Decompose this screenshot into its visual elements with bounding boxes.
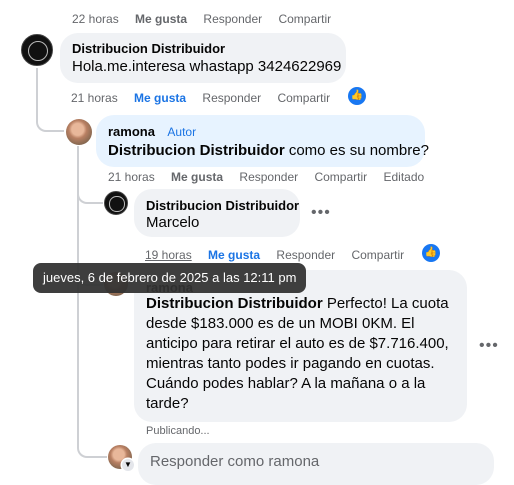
comment-author[interactable]: Distribucion Distribuidor bbox=[72, 41, 225, 56]
comment-text: Hola.me.interesa whastapp 3424622969 bbox=[72, 58, 342, 75]
comment-bubble: Distribucion Distribuidor Hola.me.intere… bbox=[60, 33, 346, 83]
edited-label[interactable]: Editado bbox=[384, 170, 425, 184]
thumbs-up-icon[interactable]: 👍 bbox=[348, 87, 366, 105]
top-action-row: 22 horas Me gusta Responder Compartir bbox=[72, 12, 331, 26]
like-button[interactable]: Me gusta bbox=[171, 170, 223, 184]
reply-text-line: desde $183.000 es de un MOBI 0KM. El bbox=[146, 315, 415, 332]
reply-header: ramona Autor bbox=[108, 123, 196, 141]
reply-action-row: 21 horas Me gusta Responder Compartir Ed… bbox=[108, 170, 424, 184]
reply-text: Marcelo bbox=[146, 214, 200, 231]
reply-text-line: Perfecto! La cuota bbox=[322, 295, 449, 312]
author-badge: Autor bbox=[167, 125, 197, 139]
share-button[interactable]: Compartir bbox=[278, 12, 331, 26]
like-button[interactable]: Me gusta bbox=[208, 248, 260, 262]
reply-input[interactable]: Responder como ramona bbox=[138, 443, 494, 485]
like-button[interactable]: Me gusta bbox=[134, 91, 186, 105]
thread-connector-reply1 bbox=[36, 110, 64, 132]
mention-link[interactable]: Distribucion Distribuidor bbox=[146, 295, 323, 312]
reply-bubble: Distribucion Distribuidor Marcelo bbox=[134, 189, 300, 237]
reply-text: Distribucion Distribuidor Perfecto! La c… bbox=[146, 294, 462, 414]
avatar[interactable] bbox=[104, 191, 128, 215]
reply-button[interactable]: Responder bbox=[202, 91, 261, 105]
share-button[interactable]: Compartir bbox=[277, 91, 330, 105]
avatar[interactable] bbox=[66, 119, 92, 145]
posting-status: Publicando... bbox=[146, 425, 210, 437]
more-options-icon[interactable]: ••• bbox=[311, 204, 331, 222]
reply-button[interactable]: Responder bbox=[203, 12, 262, 26]
avatar[interactable] bbox=[21, 34, 53, 66]
reply-text-line: Cuándo podes hablar? A la mañana o a la bbox=[146, 375, 426, 392]
timestamp-link[interactable]: 22 horas bbox=[72, 12, 119, 26]
timestamp-tooltip: jueves, 6 de febrero de 2025 a las 12:11… bbox=[33, 263, 307, 293]
more-options-icon[interactable]: ••• bbox=[479, 337, 499, 355]
reply-button[interactable]: Responder bbox=[276, 248, 335, 262]
reply-author[interactable]: Distribucion Distribuidor bbox=[146, 198, 299, 213]
reply-text-line: anticipo para retirar el auto es de $7.7… bbox=[146, 335, 449, 352]
reply-text-line: tarde? bbox=[146, 395, 189, 412]
reply-text: Distribucion Distribuidor como es su nom… bbox=[108, 141, 429, 161]
share-button[interactable]: Compartir bbox=[314, 170, 367, 184]
thread-connector-composer bbox=[77, 438, 107, 458]
reply-author[interactable]: ramona bbox=[108, 124, 155, 139]
reply-text-body: como es su nombre? bbox=[284, 142, 429, 159]
like-button[interactable]: Me gusta bbox=[135, 12, 187, 26]
mention-link[interactable]: Distribucion Distribuidor bbox=[108, 142, 285, 159]
chevron-down-icon[interactable]: ▼ bbox=[122, 459, 134, 471]
timestamp-link[interactable]: 19 horas bbox=[145, 248, 192, 262]
timestamp-link[interactable]: 21 horas bbox=[71, 91, 118, 105]
comment-action-row: 21 horas Me gusta Responder Compartir bbox=[71, 91, 330, 105]
reply-action-row: 19 horas Me gusta Responder Compartir bbox=[145, 248, 404, 262]
timestamp-link[interactable]: 21 horas bbox=[108, 170, 155, 184]
thread-connector-reply2 bbox=[77, 188, 103, 204]
reply-button[interactable]: Responder bbox=[239, 170, 298, 184]
thumbs-up-icon[interactable]: 👍 bbox=[422, 244, 440, 262]
reply-text-line: mientras tanto podes ir pagando en cuota… bbox=[146, 355, 435, 372]
share-button[interactable]: Compartir bbox=[351, 248, 404, 262]
reply-bubble: ramona Autor Distribucion Distribuidor c… bbox=[96, 115, 429, 167]
